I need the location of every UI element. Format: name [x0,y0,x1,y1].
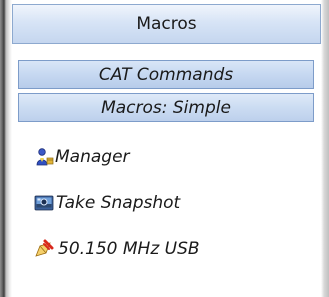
macro-item-take-snapshot[interactable]: Take Snapshot [34,191,180,215]
cat-commands-label: CAT Commands [98,64,234,85]
frequency-macro-icon [35,239,54,257]
window-left-border [0,0,12,297]
cat-commands-button[interactable]: CAT Commands [18,60,314,89]
macro-item-label: Take Snapshot [56,193,181,213]
macro-item-label: 50.150 MHz USB [58,239,200,259]
macro-item-manager[interactable]: Manager [34,145,130,169]
macros-simple-label: Macros: Simple [101,97,231,118]
manager-icon [36,148,54,166]
panel-title: Macros [12,4,321,44]
window-right-border [321,0,329,297]
panel-title-label: Macros [136,14,197,34]
macro-item-frequency[interactable]: 50.150 MHz USB [34,237,200,261]
macro-item-label: Manager [55,147,130,167]
macros-panel: Macros CAT Commands Macros: Simple Manag… [0,0,329,297]
snapshot-icon [34,195,54,211]
macros-simple-button[interactable]: Macros: Simple [18,93,314,122]
